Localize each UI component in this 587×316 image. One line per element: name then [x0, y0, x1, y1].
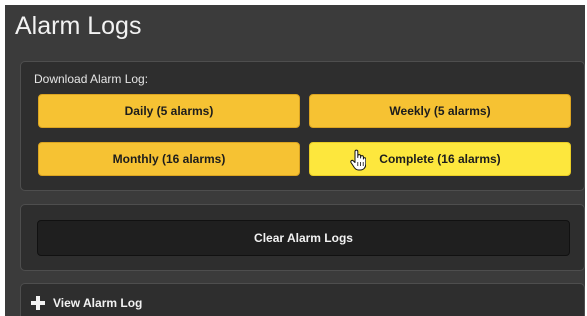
daily-download-button[interactable]: Daily (5 alarms) — [38, 94, 300, 128]
download-alarm-log-label: Download Alarm Log: — [34, 72, 149, 86]
view-alarm-log-label: View Alarm Log — [53, 295, 143, 310]
download-alarm-log-card: Download Alarm Log: Daily (5 alarms) Wee… — [20, 61, 585, 191]
hand-pointer-cursor-icon — [350, 149, 366, 171]
clear-alarm-logs-button-label: Clear Alarm Logs — [254, 231, 353, 245]
alarm-logs-panel: Alarm Logs Download Alarm Log: Daily (5 … — [5, 5, 585, 316]
monthly-download-button[interactable]: Monthly (16 alarms) — [38, 142, 300, 176]
weekly-download-button-label: Weekly (5 alarms) — [389, 104, 491, 118]
view-alarm-log-toggle[interactable]: View Alarm Log — [20, 283, 585, 316]
monthly-download-button-label: Monthly (16 alarms) — [112, 152, 226, 166]
complete-download-button-label: Complete (16 alarms) — [379, 152, 501, 166]
page-title: Alarm Logs — [15, 12, 142, 40]
daily-download-button-label: Daily (5 alarms) — [124, 104, 214, 118]
clear-alarm-logs-button[interactable]: Clear Alarm Logs — [37, 220, 570, 256]
page: Alarm Logs Download Alarm Log: Daily (5 … — [0, 0, 587, 316]
plus-icon — [31, 295, 45, 310]
clear-alarm-logs-card: Clear Alarm Logs — [20, 204, 585, 271]
weekly-download-button[interactable]: Weekly (5 alarms) — [309, 94, 571, 128]
complete-download-button[interactable]: Complete (16 alarms) — [309, 142, 571, 176]
